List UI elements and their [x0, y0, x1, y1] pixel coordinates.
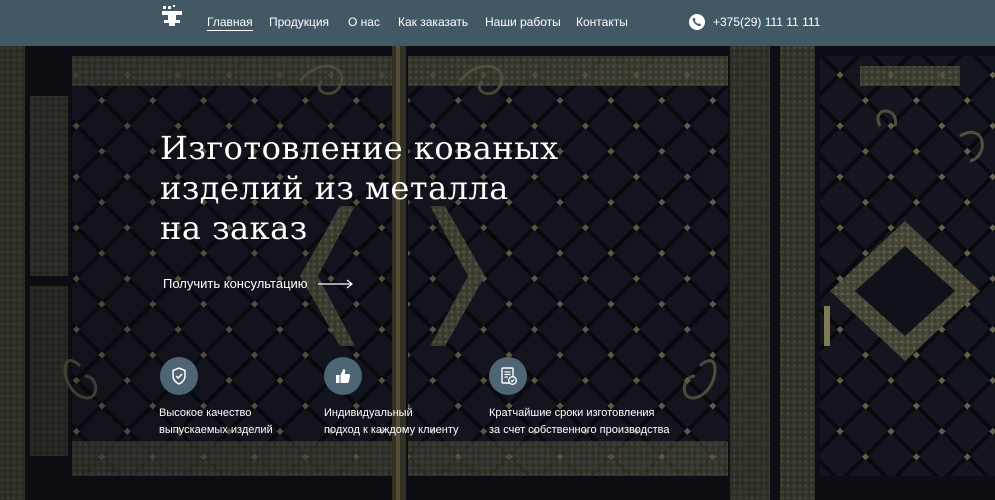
nav-item-home[interactable]: Главная [207, 15, 253, 31]
feature-text-line: подход к каждому клиенту [324, 424, 459, 436]
thumbs-up-icon [324, 357, 362, 395]
site-header: Главная Продукция О нас Как заказать Наш… [0, 0, 995, 46]
consultation-button-label: Получить консультацию [163, 276, 308, 291]
feature-text-line: выпускаемых изделий [159, 424, 273, 436]
phone-icon [689, 14, 705, 30]
hero-title-line: Изготовление кованых [160, 129, 559, 167]
feature-individual-approach: Индивидуальный подход к каждому клиенту [324, 357, 459, 439]
nav-item-contacts[interactable]: Контакты [576, 15, 628, 29]
feature-quality: Высокое качество выпускаемых изделий [159, 357, 273, 439]
nav-item-our-works[interactable]: Наши работы [485, 15, 561, 29]
hero-title-line: на заказ [160, 209, 308, 247]
feature-text-line: Индивидуальный [324, 407, 413, 419]
feature-short-terms: Кратчайшие сроки изготовления за счет со… [489, 357, 669, 439]
consultation-button[interactable]: Получить консультацию [163, 276, 354, 291]
feature-text-line: за счет собственного производства [489, 424, 670, 436]
nav-item-how-to-order[interactable]: Как заказать [398, 15, 468, 29]
arrow-right-icon [317, 279, 353, 288]
anvil-logo-icon[interactable] [161, 5, 185, 27]
nav-item-products[interactable]: Продукция [269, 15, 329, 29]
shield-check-icon [160, 357, 198, 395]
nav-item-about[interactable]: О нас [348, 15, 380, 29]
document-check-icon [489, 357, 527, 395]
phone-number[interactable]: +375(29) 111 11 111 [713, 15, 820, 29]
hero-title-line: изделий из металла [160, 169, 509, 207]
phone-contact[interactable]: +375(29) 111 11 111 [689, 13, 820, 31]
hero-title: Изготовление кованых изделий из металла … [160, 128, 600, 248]
feature-text-line: Кратчайшие сроки изготовления [489, 407, 655, 419]
feature-text-line: Высокое качество [159, 407, 252, 419]
